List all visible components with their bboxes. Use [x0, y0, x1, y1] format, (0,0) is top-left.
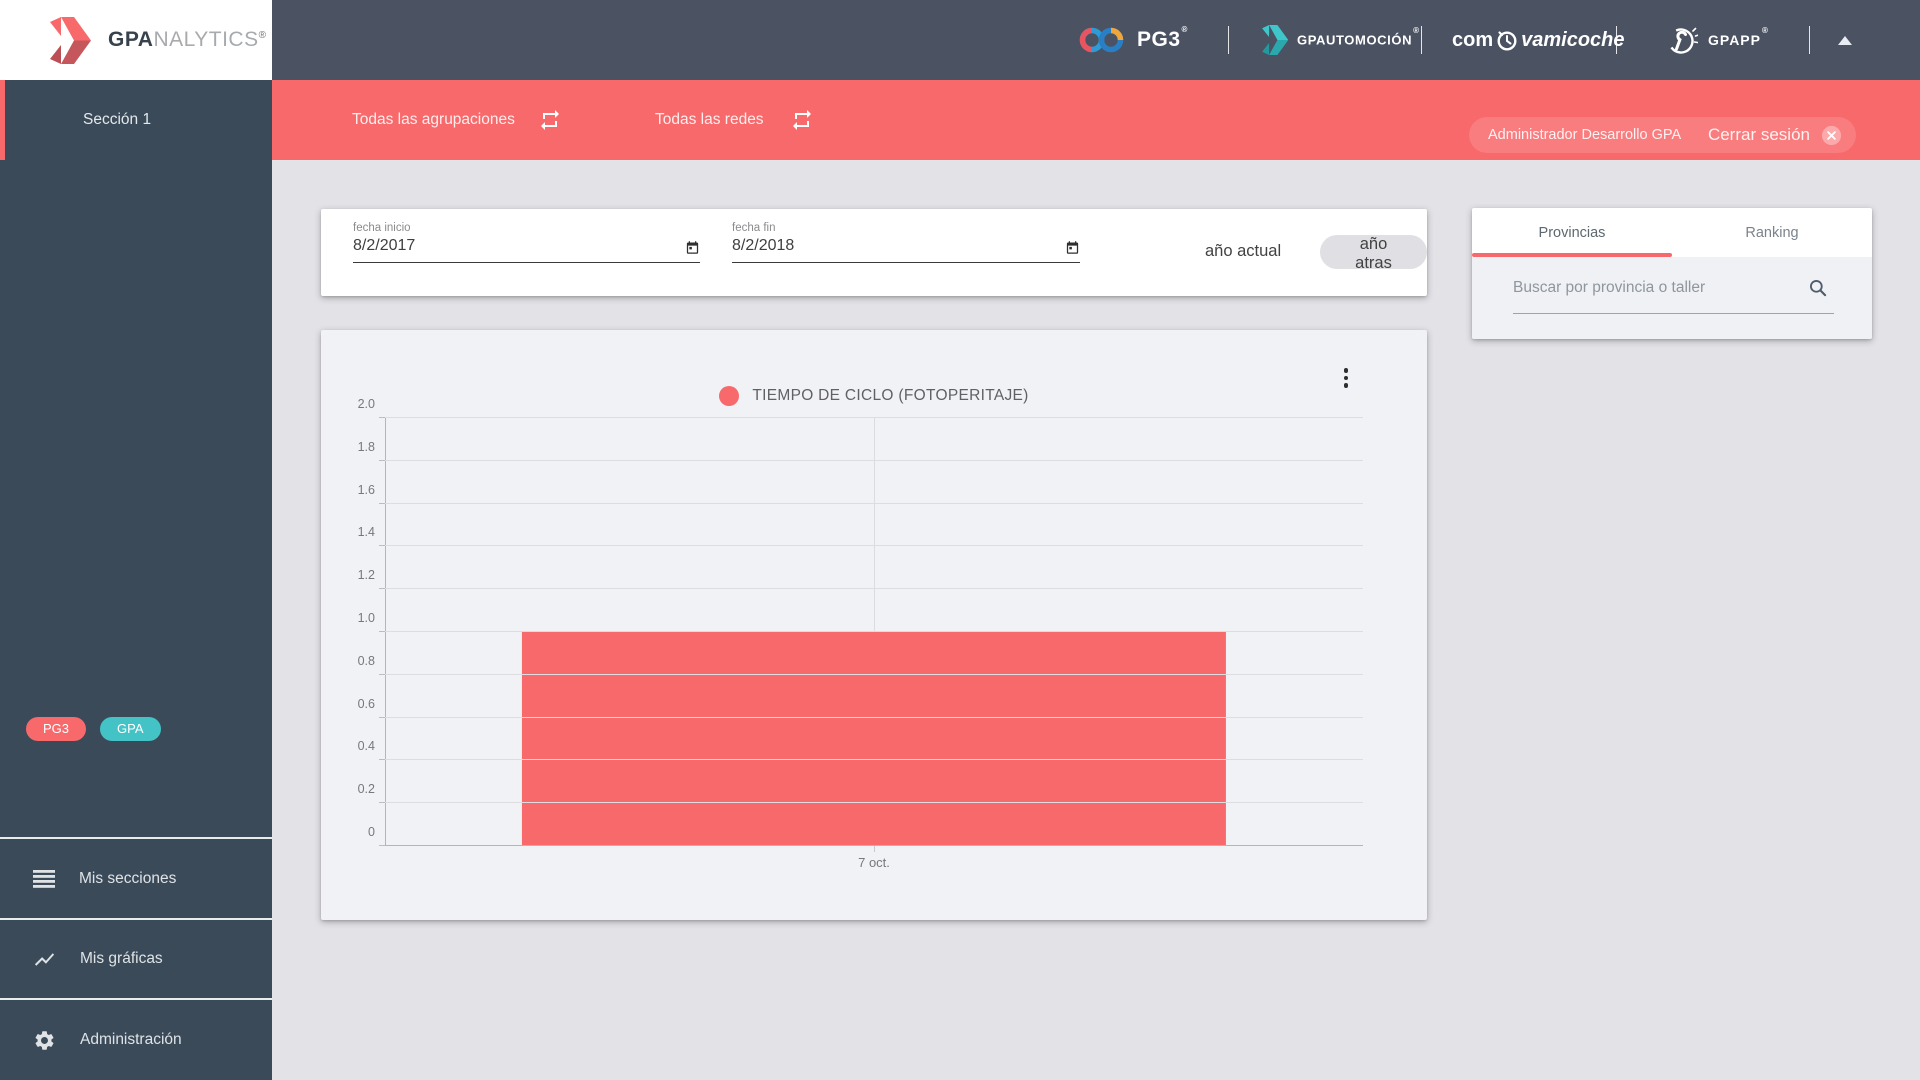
- header-divider: [1421, 26, 1422, 54]
- search-section: [1472, 257, 1872, 339]
- gpautomocion-logo[interactable]: GPAUTOMOCIÓN®: [1262, 0, 1420, 80]
- y-axis-tick-label: 0.6: [321, 697, 375, 711]
- gridline: [385, 503, 1363, 504]
- bar-tiempo-de-ciclo[interactable]: [522, 631, 1226, 845]
- gpanalytics-wordmark: GPANALYTICS®: [108, 28, 266, 52]
- gridline: [385, 717, 1363, 718]
- y-axis-tick: [379, 845, 385, 846]
- gpa-badge[interactable]: GPA: [100, 717, 161, 741]
- chart-legend: TIEMPO DE CICLO (FOTOPERITAJE): [321, 386, 1427, 406]
- gridline: [385, 417, 1363, 418]
- ano-atras-button[interactable]: año atras: [1320, 235, 1427, 269]
- sidebar-badges: PG3 GPA: [26, 717, 161, 741]
- pg3-infinity-icon: [1078, 26, 1128, 54]
- fecha-fin-input[interactable]: [732, 237, 1065, 255]
- redes-selector[interactable]: Todas las redes: [655, 80, 764, 160]
- comprobamicoche-logo[interactable]: com vamicoche: [1452, 0, 1625, 80]
- clock-icon: [1496, 28, 1518, 52]
- calendar-icon[interactable]: [685, 240, 700, 255]
- gridline: [385, 545, 1363, 546]
- reorder-icon: [33, 870, 55, 888]
- fecha-fin-label: fecha fin: [732, 222, 1080, 234]
- y-axis-tick: [379, 759, 385, 760]
- y-axis-tick: [379, 503, 385, 504]
- fecha-inicio-field: fecha inicio: [353, 222, 700, 263]
- y-axis-tick: [379, 417, 385, 418]
- logout-icon[interactable]: [1820, 124, 1843, 147]
- y-axis-tick-label: 0.4: [321, 739, 375, 753]
- sidebar-item-seccion-1[interactable]: Sección 1: [0, 80, 272, 160]
- y-axis-tick: [379, 674, 385, 675]
- header-divider: [1809, 26, 1810, 54]
- chart-card: TIEMPO DE CICLO (FOTOPERITAJE) 7 oct. 00…: [321, 330, 1427, 920]
- gear-icon: [33, 1029, 56, 1052]
- ano-actual-button[interactable]: año actual: [1199, 242, 1287, 261]
- y-axis-tick: [379, 631, 385, 632]
- date-filter-card: fecha inicio fecha fin año actual año at…: [321, 209, 1427, 296]
- y-axis-tick-label: 0.8: [321, 654, 375, 668]
- y-axis-tick: [379, 460, 385, 461]
- sidebar-menu: Mis secciones Mis gráficas Administració…: [0, 837, 272, 1080]
- gridline: [385, 631, 1363, 632]
- x-axis-label: 7 oct.: [858, 855, 890, 870]
- y-axis-tick-label: 1.4: [321, 525, 375, 539]
- y-axis-line: [385, 418, 386, 846]
- gridline: [385, 674, 1363, 675]
- agrupaciones-selector[interactable]: Todas las agrupaciones: [352, 80, 515, 160]
- swap-agrupaciones-icon[interactable]: [538, 108, 562, 132]
- gridline: [385, 460, 1363, 461]
- header-divider: [1616, 26, 1617, 54]
- legend-series-label: TIEMPO DE CICLO (FOTOPERITAJE): [752, 387, 1028, 405]
- sidebar-item-administracion[interactable]: Administración: [0, 998, 272, 1080]
- fecha-inicio-label: fecha inicio: [353, 222, 700, 234]
- legend-color-dot: [719, 386, 739, 406]
- gpa-arrow-icon: [50, 17, 92, 64]
- user-session-pill: Administrador Desarrollo GPA Cerrar sesi…: [1469, 117, 1856, 153]
- y-axis-tick-label: 0: [321, 825, 375, 839]
- gridline: [385, 588, 1363, 589]
- y-axis-tick-label: 2.0: [321, 397, 375, 411]
- gpanalytics-logo: GPANALYTICS®: [0, 0, 272, 80]
- pg3-logo[interactable]: PG3®: [1078, 0, 1188, 80]
- filter-bar: Todas las agrupaciones Todas las redes A…: [272, 80, 1920, 160]
- collapse-header-caret-icon[interactable]: [1838, 36, 1852, 45]
- y-axis-tick: [379, 717, 385, 718]
- y-axis-tick: [379, 588, 385, 589]
- gpautomocion-arrow-icon: [1262, 25, 1289, 55]
- tab-ranking[interactable]: Ranking: [1672, 208, 1872, 257]
- y-axis-tick-label: 0.2: [321, 782, 375, 796]
- search-icon[interactable]: [1808, 278, 1828, 298]
- y-axis-tick-label: 1.0: [321, 611, 375, 625]
- y-axis-tick-label: 1.6: [321, 483, 375, 497]
- panel-tabs: Provincias Ranking: [1472, 208, 1872, 257]
- gridline: [385, 802, 1363, 803]
- header-divider: [1228, 26, 1229, 54]
- bar-chart-plot: 7 oct. 00.20.40.60.81.01.21.41.61.82.0: [385, 418, 1363, 846]
- top-header: GPANALYTICS® PG3® GPAUTOMOCIÓN® com vami…: [0, 0, 1920, 80]
- sidebar: Sección 1 PG3 GPA Mis secciones Mis gráf…: [0, 80, 272, 1080]
- sidebar-item-mis-graficas[interactable]: Mis gráficas: [0, 918, 272, 998]
- x-axis-tick: [874, 846, 875, 852]
- sidebar-item-mis-secciones[interactable]: Mis secciones: [0, 837, 272, 918]
- y-axis-tick-label: 1.8: [321, 440, 375, 454]
- fecha-inicio-input[interactable]: [353, 237, 685, 255]
- main-content: fecha inicio fecha fin año actual año at…: [272, 160, 1920, 1080]
- search-input[interactable]: [1513, 279, 1798, 297]
- fecha-fin-field: fecha fin: [732, 222, 1080, 263]
- y-axis-tick-label: 1.2: [321, 568, 375, 582]
- line-chart-icon: [33, 948, 56, 971]
- wrench-gauge-icon: [1666, 23, 1698, 57]
- calendar-icon[interactable]: [1065, 240, 1080, 255]
- tab-provincias[interactable]: Provincias: [1472, 208, 1672, 257]
- provinces-panel: Provincias Ranking: [1472, 208, 1872, 339]
- pg3-badge[interactable]: PG3: [26, 717, 86, 741]
- gpapp-logo[interactable]: GPAPP®: [1666, 0, 1769, 80]
- gridline: [385, 759, 1363, 760]
- y-axis-tick: [379, 802, 385, 803]
- logout-button[interactable]: Cerrar sesión: [1708, 125, 1810, 145]
- y-axis-tick: [379, 545, 385, 546]
- swap-redes-icon[interactable]: [790, 108, 814, 132]
- logged-user-name: Administrador Desarrollo GPA: [1488, 127, 1681, 143]
